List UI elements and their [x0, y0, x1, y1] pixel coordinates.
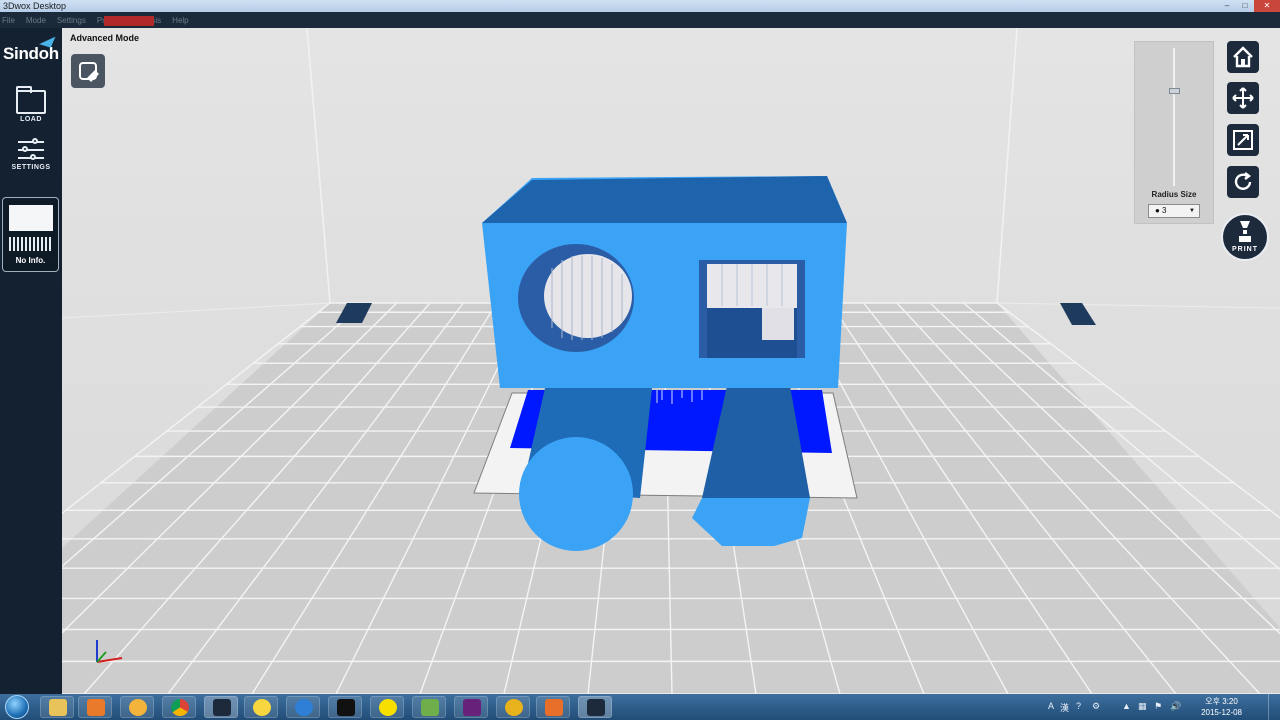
- scale-icon: [1233, 130, 1253, 150]
- taskbar-messenger[interactable]: [244, 696, 278, 718]
- network-icon[interactable]: ▦: [1138, 701, 1147, 712]
- messenger-icon: [253, 699, 271, 716]
- maximize-button[interactable]: □: [1236, 0, 1254, 12]
- window-titlebar: 3Dwox Desktop – □ ✕: [0, 0, 1280, 12]
- home-button[interactable]: [1227, 41, 1259, 73]
- taskbar: A 漢 ? ⚙ ▲ ▦ ⚑ 🔊 오후 3:20 2015-12-08: [0, 694, 1280, 720]
- taskbar-kakaotalk[interactable]: [370, 696, 404, 718]
- internet-explorer-icon: [295, 699, 313, 716]
- printer-screen-icon: [9, 205, 53, 231]
- printer-info-text: No Info.: [15, 256, 46, 265]
- taskbar-3dwox-2[interactable]: [578, 696, 612, 718]
- settings-label: SETTINGS: [11, 164, 51, 171]
- clock-time: 오후 3:20: [1205, 697, 1238, 706]
- barcode-icon: [9, 237, 53, 251]
- radius-select[interactable]: ● 3 ▼: [1148, 204, 1200, 218]
- move-icon: [1232, 87, 1254, 109]
- show-hidden-icons[interactable]: ▲: [1122, 701, 1131, 711]
- help-icon[interactable]: ?: [1076, 701, 1081, 711]
- settings-button[interactable]: SETTINGS: [6, 138, 56, 171]
- command-prompt-icon: [337, 699, 355, 716]
- taskbar-cmd[interactable]: [328, 696, 362, 718]
- menu-mode[interactable]: Mode: [26, 16, 46, 25]
- window-title: 3Dwox Desktop: [3, 1, 67, 11]
- app-icon: [421, 699, 439, 716]
- taskbar-visual-studio[interactable]: [454, 696, 488, 718]
- flag-icon[interactable]: ⚑: [1154, 701, 1162, 712]
- nozzle-icon: [1239, 221, 1251, 242]
- chevron-down-icon: ▼: [1189, 208, 1195, 214]
- mode-label: Advanced Mode: [70, 33, 140, 43]
- taskbar-explorer[interactable]: [40, 696, 74, 718]
- taskbar-app-orange[interactable]: [536, 696, 570, 718]
- rotate-button[interactable]: [1227, 166, 1259, 198]
- printer-info-card[interactable]: No Info.: [2, 197, 59, 272]
- load-button[interactable]: LOAD: [6, 86, 56, 123]
- minimize-button[interactable]: –: [1218, 0, 1236, 12]
- taskbar-ie[interactable]: [286, 696, 320, 718]
- print-button[interactable]: PRINT: [1221, 213, 1269, 261]
- rotate-icon: [1234, 172, 1252, 190]
- scene-canvas[interactable]: [62, 28, 1280, 694]
- volume-icon[interactable]: 🔊: [1170, 701, 1181, 712]
- taskbar-app-yellow[interactable]: [496, 696, 530, 718]
- app-icon: [545, 699, 563, 716]
- talk-icon: [379, 699, 397, 716]
- show-desktop-button[interactable]: [1268, 694, 1280, 720]
- home-icon: [1233, 46, 1253, 68]
- menu-file[interactable]: File: [2, 16, 15, 25]
- radius-value: ● 3: [1155, 206, 1167, 215]
- settings-icon[interactable]: ⚙: [1092, 701, 1100, 712]
- folder-icon: [49, 699, 67, 716]
- radius-slider-track[interactable]: [1173, 48, 1175, 186]
- media-player-icon: [87, 699, 105, 716]
- ime-hanja-indicator[interactable]: 漢: [1060, 701, 1069, 714]
- system-tray: A 漢 ? ⚙ ▲ ▦ ⚑ 🔊 오후 3:20 2015-12-08: [1030, 694, 1280, 720]
- app-icon: [505, 699, 523, 716]
- left-sidebar: Sindoh LOAD SETTINGS No Info.: [0, 28, 62, 694]
- paint-icon: [129, 699, 147, 716]
- visual-studio-icon: [463, 699, 481, 716]
- menu-help[interactable]: Help: [172, 16, 188, 25]
- move-button[interactable]: [1227, 82, 1259, 114]
- chrome-icon: [171, 699, 189, 716]
- redacted-region: [104, 16, 154, 26]
- 3d-viewport[interactable]: Advanced Mode Radius Size ● 3 ▼ PRINT: [62, 28, 1280, 694]
- window-controls: – □ ✕: [1218, 0, 1280, 12]
- load-label: LOAD: [20, 116, 42, 123]
- radius-label: Radius Size: [1151, 190, 1197, 199]
- ime-indicator[interactable]: A: [1048, 701, 1054, 711]
- taskbar-paint[interactable]: [120, 696, 154, 718]
- 3dwox-icon: [587, 699, 605, 716]
- clock[interactable]: 오후 3:20 2015-12-08: [1201, 696, 1242, 718]
- taskbar-media[interactable]: [78, 696, 112, 718]
- taskbar-chrome[interactable]: [162, 696, 196, 718]
- eraser-button[interactable]: [71, 54, 105, 88]
- radius-panel: Radius Size ● 3 ▼: [1134, 41, 1214, 224]
- sliders-icon: [18, 138, 44, 162]
- menu-bar: File Mode Settings Printer Analysis Help: [0, 12, 1280, 28]
- print-label: PRINT: [1232, 246, 1258, 253]
- taskbar-app-green[interactable]: [412, 696, 446, 718]
- close-button[interactable]: ✕: [1254, 0, 1280, 12]
- start-button[interactable]: [5, 695, 29, 719]
- taskbar-3dwox[interactable]: [204, 696, 238, 718]
- eraser-icon: [79, 62, 99, 82]
- radius-slider-thumb[interactable]: [1169, 87, 1180, 94]
- scale-button[interactable]: [1227, 124, 1259, 156]
- folder-icon: [16, 86, 46, 114]
- menu-settings[interactable]: Settings: [57, 16, 86, 25]
- clock-date: 2015-12-08: [1201, 708, 1242, 717]
- 3dwox-icon: [213, 699, 231, 716]
